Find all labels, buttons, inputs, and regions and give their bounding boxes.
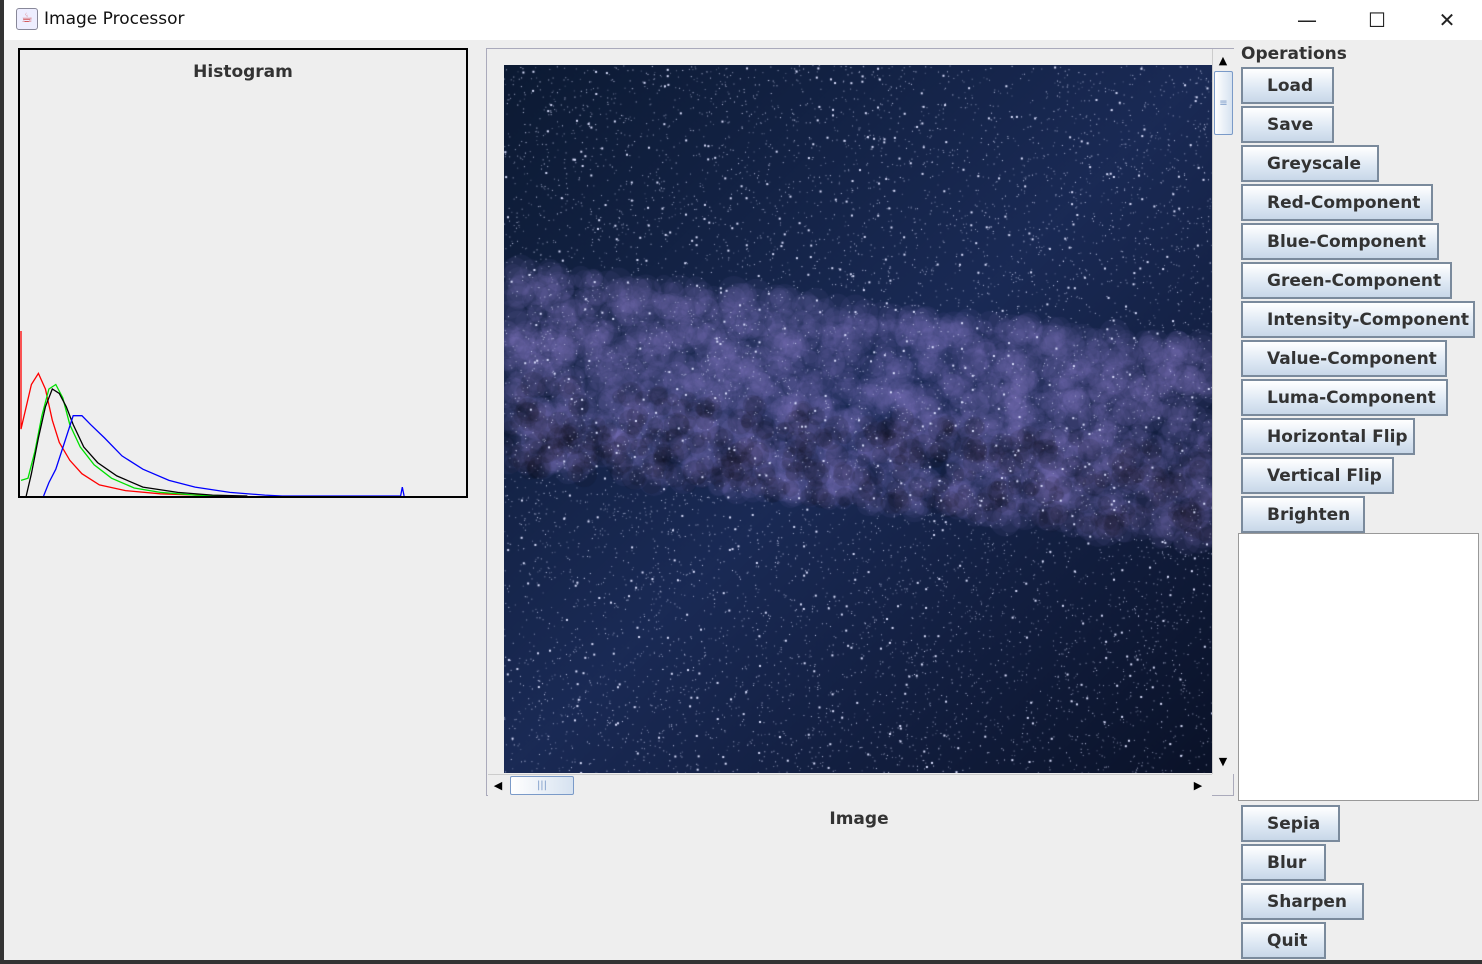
- histogram-series-red: [21, 331, 230, 496]
- load-button[interactable]: Load: [1241, 67, 1334, 104]
- histogram-panel: Histogram: [18, 48, 468, 498]
- greyscale-button[interactable]: Greyscale: [1241, 145, 1379, 182]
- minimize-button[interactable]: —: [1272, 0, 1342, 40]
- vertical-scroll-thumb[interactable]: ≡: [1214, 71, 1233, 135]
- green-component-button[interactable]: Green-Component: [1241, 262, 1452, 299]
- blue-component-button[interactable]: Blue-Component: [1241, 223, 1439, 260]
- blur-button[interactable]: Blur: [1241, 844, 1326, 881]
- brighten-button[interactable]: Brighten: [1241, 496, 1365, 533]
- luma-component-button[interactable]: Luma-Component: [1241, 379, 1448, 416]
- vertical-flip-button[interactable]: Vertical Flip: [1241, 457, 1394, 494]
- value-component-button[interactable]: Value-Component: [1241, 340, 1447, 377]
- scroll-left-arrow-icon[interactable]: ◀: [488, 775, 508, 795]
- horizontal-scrollbar[interactable]: ◀ ||| ▶: [488, 774, 1212, 796]
- image-scroll-pane: ▲ ≡ ▼ ◀ ||| ▶: [486, 48, 1234, 796]
- red-component-button[interactable]: Red-Component: [1241, 184, 1433, 221]
- scroll-down-arrow-icon[interactable]: ▼: [1213, 751, 1233, 771]
- horizontal-flip-button[interactable]: Horizontal Flip: [1241, 418, 1415, 455]
- close-button[interactable]: ✕: [1412, 0, 1482, 40]
- vertical-scrollbar[interactable]: ▲ ≡ ▼: [1212, 49, 1234, 774]
- intensity-component-button[interactable]: Intensity-Component: [1241, 301, 1475, 338]
- save-button[interactable]: Save: [1241, 106, 1334, 143]
- java-app-icon: ☕: [16, 8, 38, 30]
- operations-label: Operations: [1241, 44, 1347, 64]
- horizontal-scroll-thumb[interactable]: |||: [510, 776, 574, 795]
- scroll-right-arrow-icon[interactable]: ▶: [1188, 775, 1208, 795]
- app-window: ☕ Image Processor — ☐ ✕ Histogram ▲ ≡ ▼ …: [4, 0, 1482, 960]
- window-title: Image Processor: [44, 9, 185, 29]
- sepia-button[interactable]: Sepia: [1241, 805, 1340, 842]
- maximize-button[interactable]: ☐: [1342, 0, 1412, 40]
- operations-list-area[interactable]: [1238, 533, 1479, 801]
- title-bar: ☕ Image Processor — ☐ ✕: [4, 0, 1482, 40]
- scroll-up-arrow-icon[interactable]: ▲: [1213, 50, 1233, 70]
- histogram-chart: [20, 50, 466, 496]
- quit-button[interactable]: Quit: [1241, 922, 1326, 959]
- image-label: Image: [764, 809, 954, 829]
- image-display: [504, 65, 1212, 773]
- sharpen-button[interactable]: Sharpen: [1241, 883, 1364, 920]
